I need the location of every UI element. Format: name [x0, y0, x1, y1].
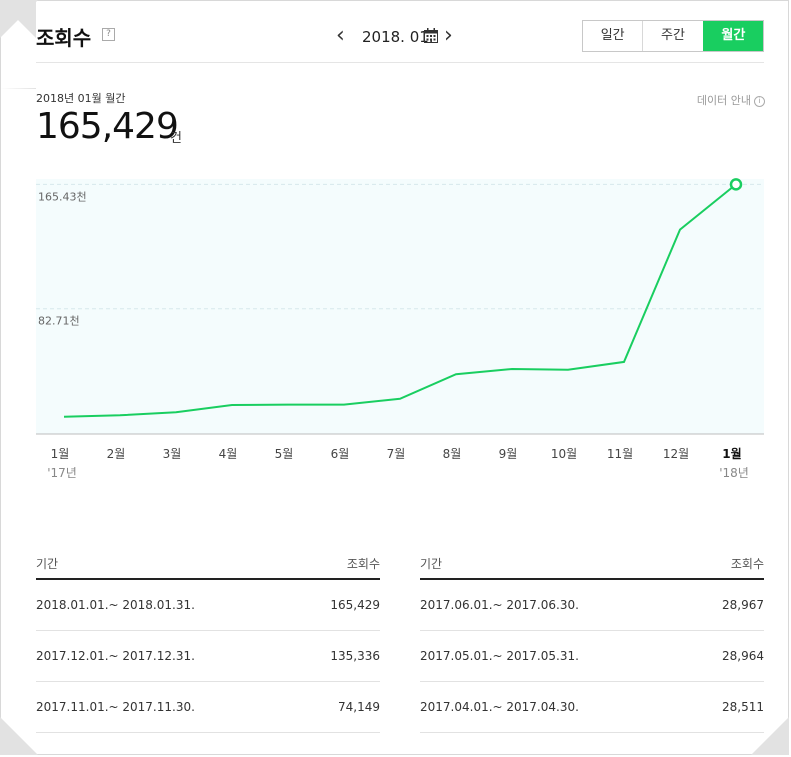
period-cell: 2018.01.01.~ 2018.01.31. — [36, 598, 195, 612]
stats-table-right: 기간 조회수 2017.06.01.~ 2017.06.30. 28,967 2… — [420, 552, 764, 733]
period-column-header: 기간 — [420, 557, 443, 571]
x-tick-label: 7월 — [387, 447, 406, 461]
tab-daily[interactable]: 일간 — [583, 21, 642, 51]
period-cell: 2017.05.01.~ 2017.05.31. — [420, 649, 579, 663]
x-tick-label: 8월 — [443, 447, 462, 461]
help-icon[interactable]: ? — [102, 28, 115, 41]
data-info-label: 데이터 안내 — [696, 94, 751, 107]
views-cell: 165,429 — [330, 598, 380, 612]
views-column-header: 조회수 — [730, 557, 764, 571]
page-header: 조회수 ? ‹ 2018. 01. › 일간 주간 월간 — [36, 14, 764, 63]
period-cell: 2017.06.01.~ 2017.06.30. — [420, 598, 579, 612]
period-cell: 2017.12.01.~ 2017.12.31. — [36, 649, 195, 663]
page-title: 조회수 — [36, 26, 92, 50]
table-header: 기간 조회수 — [420, 552, 764, 580]
current-date[interactable]: 2018. 01. — [362, 28, 434, 46]
corner-decoration — [0, 717, 38, 755]
views-column-header: 조회수 — [346, 557, 380, 571]
x-tick-label: 11월 — [607, 447, 633, 461]
table-row: 2018.01.01.~ 2018.01.31. 165,429 — [36, 580, 380, 631]
table-row: 2017.04.01.~ 2017.04.30. 28,511 — [420, 682, 764, 733]
data-point-highlight — [729, 178, 743, 191]
plot-area — [36, 179, 764, 434]
table-row: 2017.11.01.~ 2017.11.30. 74,149 — [36, 682, 380, 733]
views-cell: 28,511 — [722, 700, 764, 714]
data-info-link[interactable]: 데이터 안내 i — [697, 92, 765, 108]
period-cell: 2017.11.01.~ 2017.11.30. — [36, 700, 195, 714]
chevron-right-icon[interactable]: › — [444, 22, 453, 50]
views-cell: 28,964 — [722, 649, 764, 663]
views-line-chart: 82.71천 165.43천 1월 '17년 2월 3월 4월 5월 6월 7월 8월 9월 10월 11… — [36, 178, 764, 480]
x-tick-label: 4월 — [219, 447, 238, 461]
period-label: 2018년 01월 월간 — [36, 92, 126, 105]
year-label: '18년 — [719, 466, 749, 480]
x-tick-label: 9월 — [499, 447, 518, 461]
x-tick-label: 1월 — [722, 446, 741, 461]
table-row: 2017.05.01.~ 2017.05.31. 28,964 — [420, 631, 764, 682]
period-toggle: 일간 주간 월간 — [582, 20, 764, 52]
table-row: 2017.06.01.~ 2017.06.30. 28,967 — [420, 580, 764, 631]
views-cell: 28,967 — [722, 598, 764, 612]
x-tick-label: 2월 — [107, 447, 126, 461]
table-row: 2017.12.01.~ 2017.12.31. 135,336 — [36, 631, 380, 682]
period-cell: 2017.04.01.~ 2017.04.30. — [420, 700, 579, 714]
y-tick-label: 165.43천 — [38, 189, 87, 203]
corner-decoration — [0, 0, 36, 89]
x-tick-label: 5월 — [275, 447, 294, 461]
tab-weekly[interactable]: 주간 — [642, 21, 702, 51]
x-tick-label: 1월 — [51, 447, 70, 461]
views-cell: 74,149 — [338, 700, 380, 714]
x-tick-label: 6월 — [331, 447, 350, 461]
chevron-left-icon[interactable]: ‹ — [336, 22, 345, 50]
views-cell: 135,336 — [330, 649, 380, 663]
period-column-header: 기간 — [36, 557, 59, 571]
info-icon: i — [754, 96, 765, 107]
table-header: 기간 조회수 — [36, 552, 380, 580]
total-unit: 건 — [170, 131, 182, 146]
y-tick-label: 82.71천 — [38, 314, 80, 328]
year-label: '17년 — [47, 466, 77, 480]
x-tick-label: 12월 — [663, 447, 689, 461]
calendar-icon[interactable] — [424, 28, 438, 43]
x-tick-label: 3월 — [163, 447, 182, 461]
x-tick-label: 10월 — [551, 447, 577, 461]
tab-monthly[interactable]: 월간 — [702, 21, 763, 51]
stats-table-left: 기간 조회수 2018.01.01.~ 2018.01.31. 165,429 … — [36, 552, 380, 733]
total-views: 165,429 — [36, 106, 179, 147]
